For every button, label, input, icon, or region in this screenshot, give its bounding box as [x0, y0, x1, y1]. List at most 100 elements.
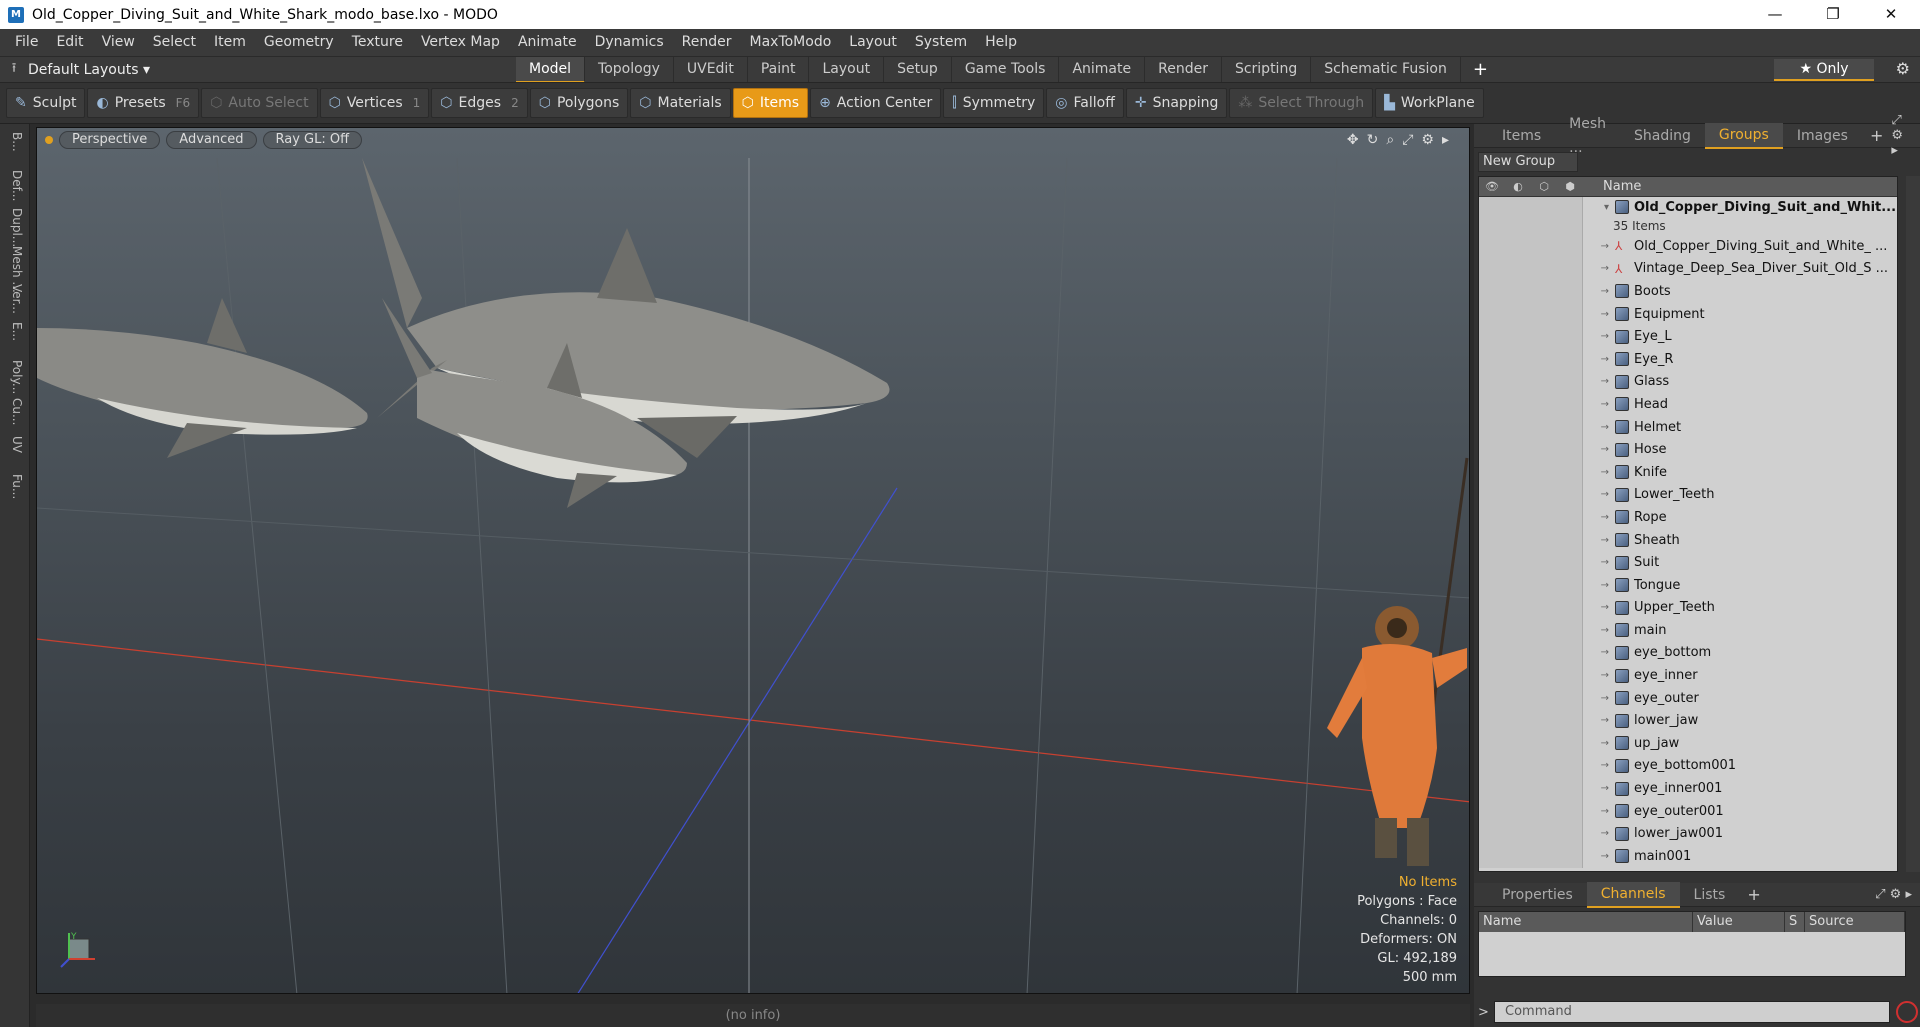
tree-locator-item[interactable]: → ⅄ Old_Copper_Diving_Suit_and_White_ ... — [1479, 235, 1897, 258]
panel-tab-groups[interactable]: Groups — [1704, 122, 1783, 149]
menu-maxtomodo[interactable]: MaxToModo — [741, 29, 841, 56]
add-panel-tab-button[interactable]: + — [1739, 885, 1768, 904]
minimize-button[interactable]: — — [1746, 0, 1804, 29]
menu-view[interactable]: View — [93, 29, 144, 56]
row-toggles[interactable] — [1479, 641, 1583, 665]
tree-mesh-item[interactable]: → eye_bottom — [1479, 641, 1897, 665]
snapping-button[interactable]: ✛ Snapping — [1125, 88, 1228, 118]
panel-options-icon[interactable]: ⤢ ⚙ ▸ — [1875, 887, 1912, 902]
palette-tab-0[interactable]: B... — [6, 132, 24, 152]
tree-locator-item[interactable]: → ⅄ Vintage_Deep_Sea_Diver_Suit_Old_S ... — [1479, 257, 1897, 281]
row-toggles[interactable] — [1479, 551, 1583, 574]
lock-column-icon[interactable]: ⬡ — [1531, 180, 1557, 193]
panel-tab-images[interactable]: Images — [1783, 124, 1862, 148]
collapse-icon[interactable]: ▾ — [1583, 202, 1615, 213]
tab-uvedit[interactable]: UVEdit — [674, 57, 748, 83]
workplane-button[interactable]: ▙ WorkPlane — [1375, 88, 1484, 118]
tree-root-group[interactable]: ▾ Old_Copper_Diving_Suit_and_Whit... — [1479, 197, 1897, 217]
tree-scrollbar[interactable] — [1906, 176, 1920, 872]
tree-mesh-item[interactable]: → eye_bottom001 — [1479, 754, 1897, 778]
menu-help[interactable]: Help — [976, 29, 1026, 56]
tree-mesh-item[interactable]: → eye_outer001 — [1479, 799, 1897, 823]
tree-mesh-item[interactable]: → Eye_L — [1479, 325, 1897, 348]
row-toggles[interactable] — [1479, 754, 1583, 778]
materials-button[interactable]: ⬡ Materials — [630, 88, 731, 118]
raygl-button[interactable]: Ray GL: Off — [262, 131, 363, 149]
panel-tab-lists[interactable]: Lists — [1680, 883, 1740, 907]
row-toggles[interactable] — [1479, 596, 1583, 620]
falloff-button[interactable]: ◎ Falloff — [1046, 88, 1124, 118]
tab-layout[interactable]: Layout — [809, 57, 885, 83]
row-toggles[interactable] — [1479, 197, 1583, 217]
close-button[interactable]: ✕ — [1862, 0, 1920, 29]
menu-geometry[interactable]: Geometry — [255, 29, 343, 56]
symmetry-button[interactable]: ⫿ Symmetry — [943, 88, 1045, 118]
row-toggles[interactable] — [1479, 280, 1583, 303]
channel-col-name[interactable]: Name — [1479, 912, 1693, 932]
channel-col-source[interactable]: Source — [1805, 912, 1905, 932]
auto-select-button[interactable]: ⬡ Auto Select — [201, 88, 318, 118]
perspective-button[interactable]: Perspective — [59, 131, 161, 149]
maximize-view-icon[interactable]: ⤢ — [1402, 132, 1413, 148]
maximize-button[interactable]: ❐ — [1804, 0, 1862, 29]
tree-mesh-item[interactable]: → Eye_R — [1479, 347, 1897, 371]
tab-topology[interactable]: Topology — [585, 57, 674, 83]
row-toggles[interactable] — [1479, 235, 1583, 258]
command-input[interactable]: Command — [1494, 1001, 1890, 1023]
only-toggle[interactable]: ★ Only — [1774, 59, 1874, 81]
advanced-button[interactable]: Advanced — [166, 131, 257, 149]
palette-tab-6[interactable]: Poly... — [6, 360, 24, 394]
action-center-button[interactable]: ⊕ Action Center — [810, 88, 942, 118]
panel-options-icon[interactable]: ⤢ ⚙ ▸ — [1891, 113, 1912, 158]
tree-mesh-item[interactable]: → Suit — [1479, 551, 1897, 574]
tab-setup[interactable]: Setup — [884, 57, 952, 83]
edges-button[interactable]: ⬡ Edges 2 — [431, 88, 528, 118]
move-view-icon[interactable]: ✥ — [1347, 132, 1359, 148]
row-toggles[interactable] — [1479, 686, 1583, 710]
sculpt-button[interactable]: ✎ Sculpt — [6, 88, 86, 118]
tree-mesh-item[interactable]: → Glass — [1479, 370, 1897, 394]
row-toggles[interactable] — [1479, 506, 1583, 529]
viewport-settings-icon[interactable]: ⚙ — [1421, 132, 1434, 148]
row-toggles[interactable] — [1479, 573, 1583, 597]
tree-mesh-item[interactable]: → Helmet — [1479, 415, 1897, 439]
row-toggles[interactable] — [1479, 709, 1583, 733]
tree-mesh-item[interactable]: → Equipment — [1479, 302, 1897, 326]
panel-tab-items[interactable]: Items — [1488, 124, 1555, 148]
3d-viewport[interactable]: Perspective Advanced Ray GL: Off ✥ ↻ ⌕ ⤢… — [36, 127, 1470, 994]
default-layouts-dropdown[interactable]: Default Layouts ▾ — [28, 62, 208, 78]
tree-mesh-item[interactable]: → Rope — [1479, 506, 1897, 529]
add-layout-tab-button[interactable]: + — [1461, 57, 1500, 83]
row-toggles[interactable] — [1479, 822, 1583, 846]
row-toggles[interactable] — [1479, 370, 1583, 394]
visibility-column-icon[interactable]: 👁 — [1479, 180, 1505, 193]
row-toggles[interactable] — [1479, 799, 1583, 823]
row-toggles[interactable] — [1479, 528, 1583, 552]
tab-paint[interactable]: Paint — [748, 57, 810, 83]
select-through-button[interactable]: ⁂ Select Through — [1229, 88, 1374, 118]
panel-tab-shading[interactable]: Shading — [1620, 124, 1705, 148]
row-toggles[interactable] — [1479, 415, 1583, 439]
menu-edit[interactable]: Edit — [47, 29, 92, 56]
row-toggles[interactable] — [1479, 347, 1583, 371]
tab-model[interactable]: Model — [516, 57, 586, 83]
tree-mesh-item[interactable]: → Upper_Teeth — [1479, 596, 1897, 620]
pin-icon[interactable]: ⭱ — [0, 59, 28, 81]
row-toggles[interactable] — [1479, 732, 1583, 755]
panel-tab-properties[interactable]: Properties — [1488, 883, 1587, 907]
row-toggles[interactable] — [1479, 483, 1583, 507]
tree-mesh-item[interactable]: → up_jaw — [1479, 732, 1897, 755]
menu-animate[interactable]: Animate — [509, 29, 586, 56]
polygons-button[interactable]: ⬡ Polygons — [529, 88, 629, 118]
select-column-icon[interactable]: ⬢ — [1557, 180, 1583, 193]
add-panel-tab-button[interactable]: + — [1862, 126, 1891, 145]
menu-system[interactable]: System — [906, 29, 976, 56]
viewport-menu-icon[interactable]: ▸ — [1442, 132, 1449, 148]
tab-animate[interactable]: Animate — [1059, 57, 1146, 83]
menu-file[interactable]: File — [6, 29, 47, 56]
tab-schematic-fusion[interactable]: Schematic Fusion — [1311, 57, 1461, 83]
tab-render[interactable]: Render — [1145, 57, 1222, 83]
row-toggles[interactable] — [1479, 619, 1583, 642]
panel-tab-mesh[interactable]: Mesh ... — [1555, 112, 1620, 160]
channel-col-s[interactable]: S — [1785, 912, 1805, 932]
